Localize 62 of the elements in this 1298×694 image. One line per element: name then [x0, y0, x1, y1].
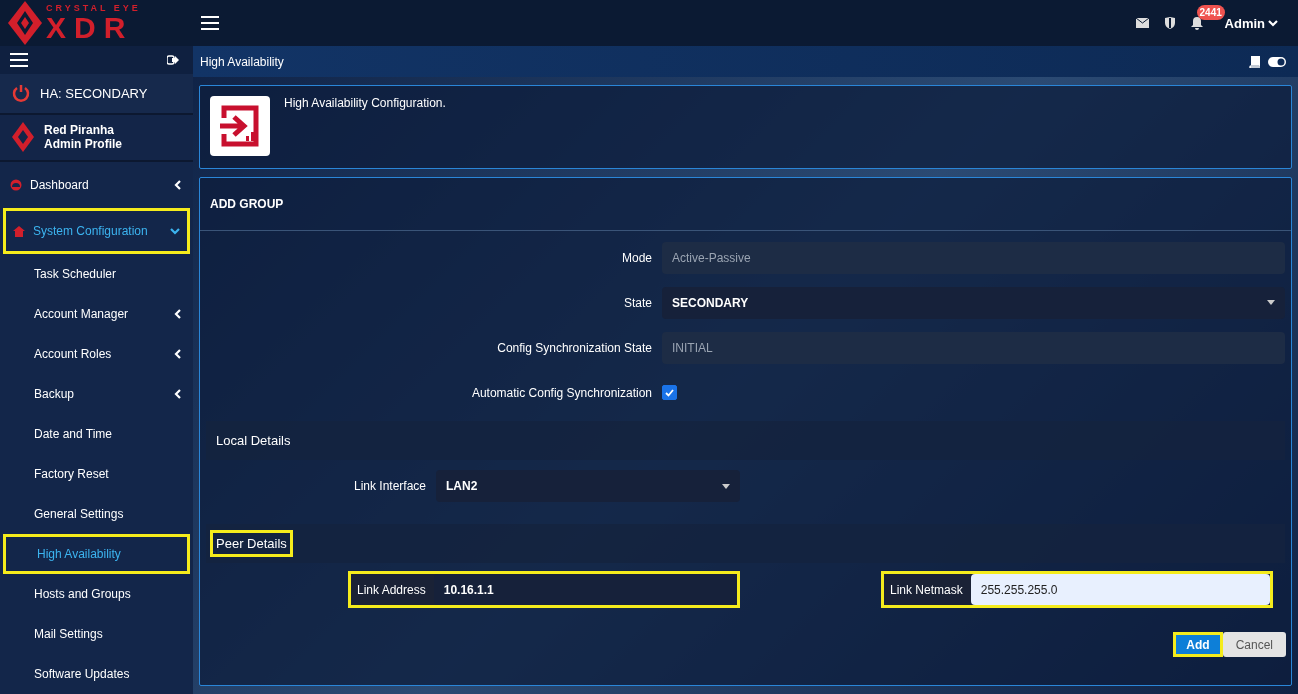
section-title: Peer Details	[210, 530, 293, 557]
chevron-down-icon	[1268, 18, 1278, 28]
sidebar-item[interactable]: System Configuration	[3, 208, 190, 254]
field-label: Config Synchronization State	[496, 340, 652, 355]
sidebar-item[interactable]: Task Scheduler	[0, 254, 193, 294]
page-description: High Availability Configuration.	[284, 96, 446, 112]
sidebar-item[interactable]: Hosts and Groups	[0, 574, 193, 614]
book-icon	[1249, 55, 1260, 68]
input-label: Link Address	[356, 582, 427, 597]
gauge-icon	[10, 179, 22, 191]
home-icon	[13, 225, 25, 237]
readonly-field: Active-Passive	[662, 241, 1285, 274]
checkmark-icon	[665, 388, 674, 397]
sidebar-item[interactable]: Account Roles	[0, 334, 193, 374]
brand-tagline: CRYSTAL EYE	[46, 3, 141, 13]
page-title: High Availability	[200, 54, 285, 69]
select-field[interactable]: LAN2	[436, 470, 740, 502]
sidebar-item[interactable]: Backup	[0, 374, 193, 414]
sidebar-item[interactable]: Software Updates	[0, 654, 193, 694]
field-label: Link Interface	[352, 479, 426, 493]
bell-icon	[1190, 16, 1203, 30]
shield-icon	[1164, 17, 1175, 29]
profile-logo-icon	[12, 122, 34, 153]
readonly-field: INITIAL	[662, 331, 1285, 364]
profile-name: Red Piranha	[44, 123, 116, 138]
chevron-left-icon	[173, 349, 183, 359]
profile-role: Admin Profile	[44, 137, 122, 152]
caret-icon	[722, 483, 730, 489]
select-field[interactable]: SECONDARY	[662, 286, 1285, 319]
chevron-down-icon	[170, 226, 180, 236]
section-title: Local Details	[215, 432, 292, 450]
sidebar-item[interactable]: Mail Settings	[0, 614, 193, 654]
field-label: State	[622, 295, 652, 310]
input-label: Link Netmask	[889, 582, 964, 597]
toggle-icon[interactable]	[1268, 56, 1286, 67]
chevron-left-icon	[173, 309, 183, 319]
menu-icon	[201, 16, 219, 30]
caret-icon	[1267, 300, 1275, 305]
cancel-button[interactable]: Cancel	[1222, 632, 1286, 657]
input-field[interactable]: 10.16.1.1	[433, 574, 737, 605]
sidebar-item[interactable]: Account Manager	[0, 294, 193, 334]
sidebar-item[interactable]: General Settings	[0, 494, 193, 534]
sidebar-item[interactable]: Date and Time	[0, 414, 193, 454]
field-label: Mode	[620, 250, 652, 265]
logout-icon	[167, 55, 179, 65]
chevron-left-icon	[173, 180, 183, 190]
field-label: Automatic Config Synchronization	[470, 385, 652, 400]
notification-badge: 2441	[1196, 4, 1225, 20]
envelope-icon	[1135, 18, 1149, 28]
login-arrow-icon	[218, 104, 262, 148]
sidebar-item[interactable]: Dashboard	[0, 162, 193, 208]
checkbox[interactable]	[662, 385, 677, 400]
add-button[interactable]: Add	[1173, 632, 1223, 657]
form-title: ADD GROUP	[200, 178, 1291, 231]
sidebar-item[interactable]: High Availability	[3, 534, 190, 574]
brand-name: XDR	[46, 12, 134, 43]
collapse-menu-icon	[10, 53, 28, 67]
input-field[interactable]: 255.255.255.0	[970, 574, 1270, 605]
sidebar-item[interactable]: Factory Reset	[0, 454, 193, 494]
chevron-left-icon	[173, 389, 183, 399]
power-icon	[12, 84, 30, 103]
ha-status: HA: SECONDARY	[40, 85, 148, 101]
